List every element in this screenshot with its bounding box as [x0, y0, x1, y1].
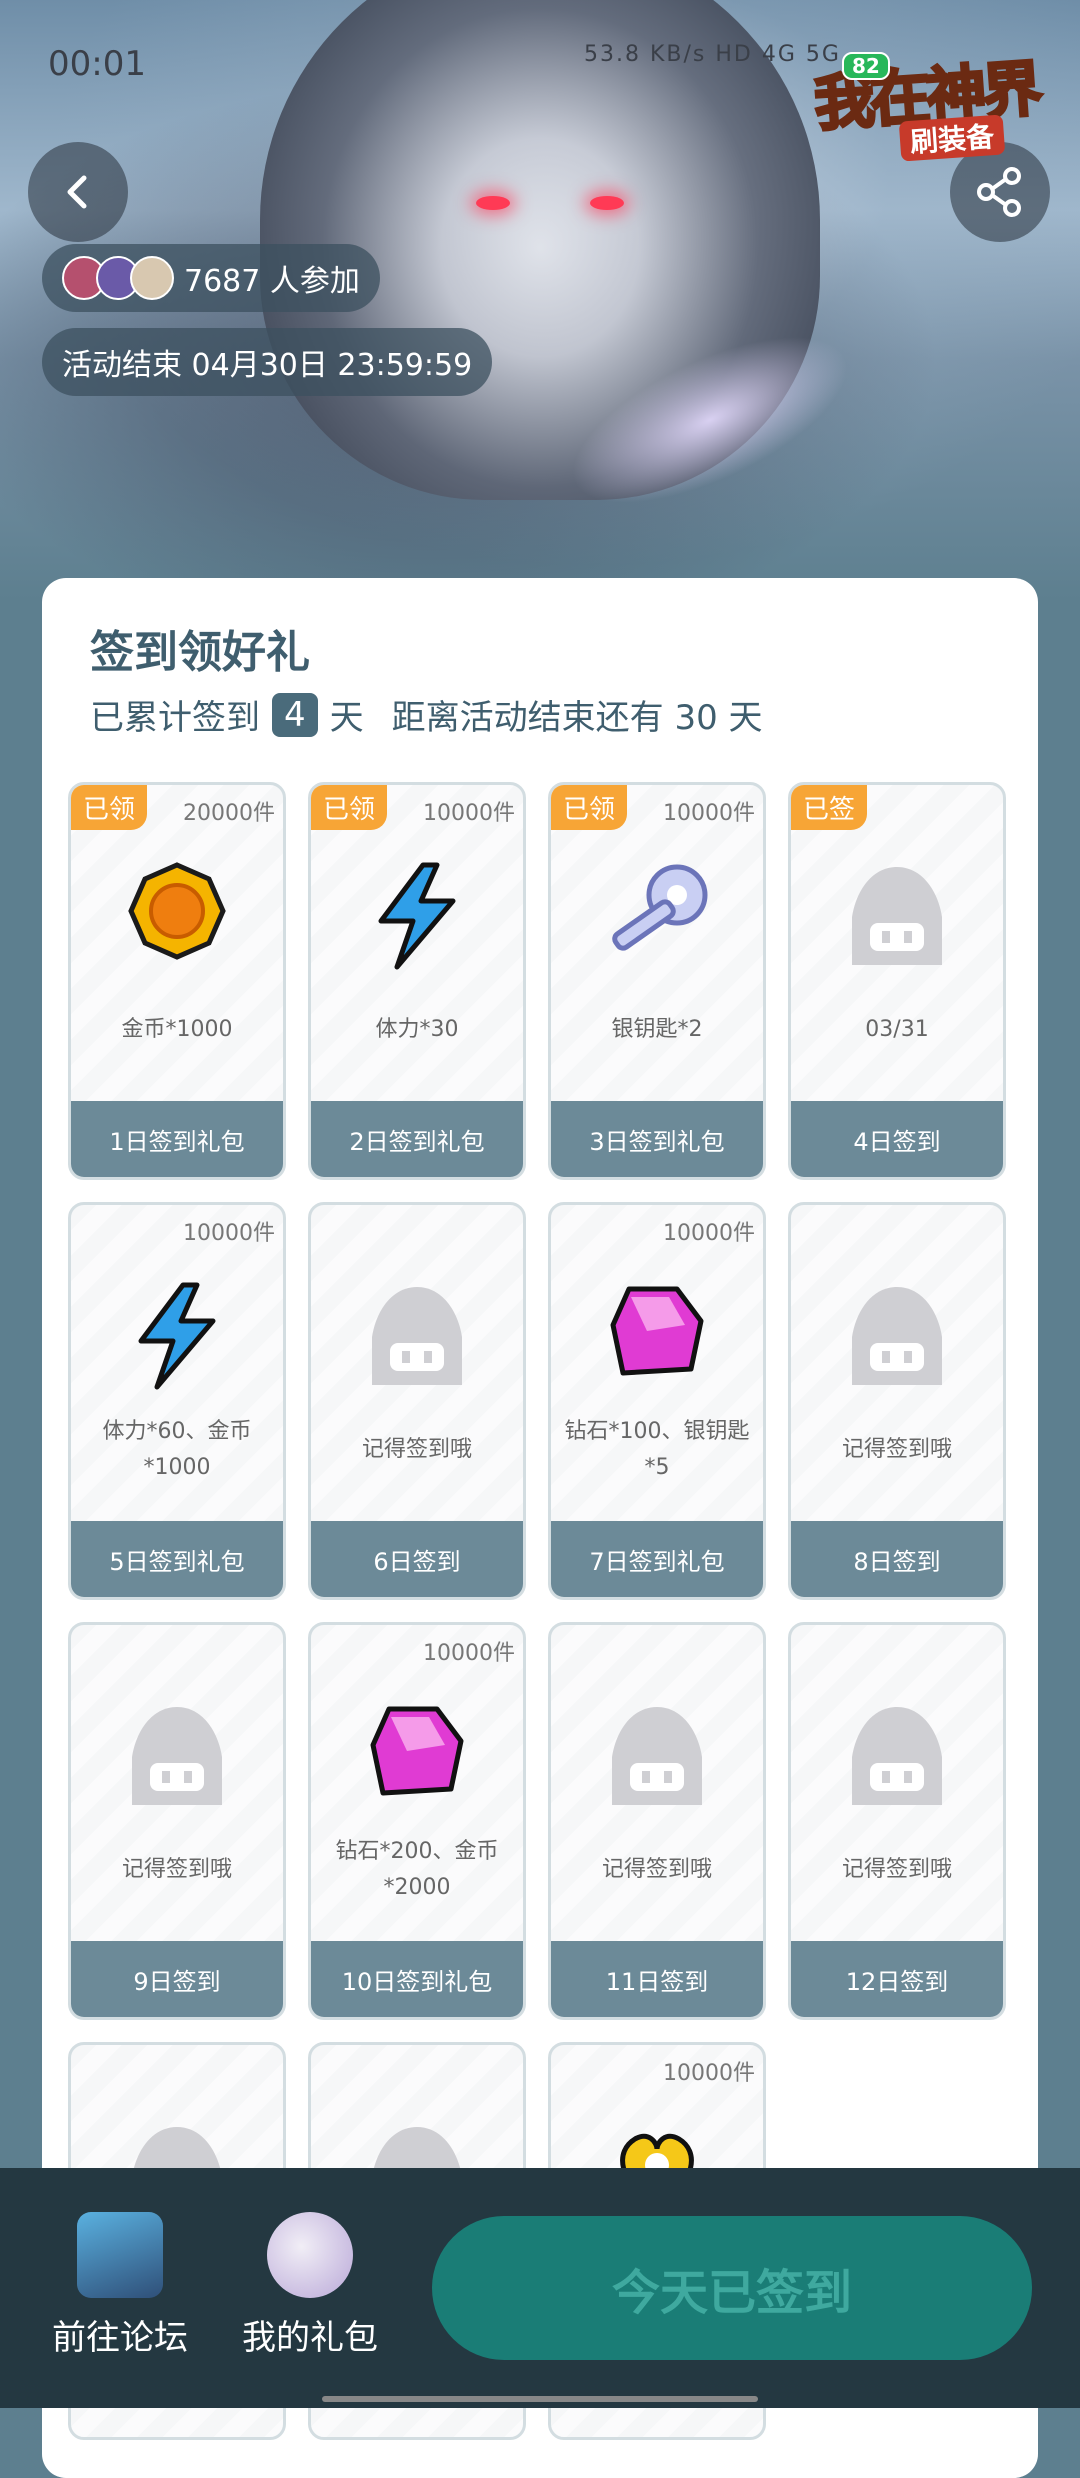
reward-tile[interactable]: 10000件钻石*200、金币*2000 10日签到礼包 — [308, 1622, 526, 2020]
claimed-tag: 已领 — [551, 785, 628, 830]
silver-key-icon — [551, 861, 763, 971]
forum-link[interactable]: 前往论坛 — [50, 2212, 190, 2359]
reward-description: 记得签到哦 — [841, 1857, 952, 1882]
reward-description: 银钥匙*2 — [611, 1017, 703, 1042]
coin-icon — [71, 861, 283, 971]
lightning-icon — [71, 1281, 283, 1391]
placeholder-icon — [71, 1701, 283, 1811]
reward-day-label: 6日签到 — [311, 1521, 523, 1597]
reward-tile[interactable]: 记得签到哦 11日签到 — [548, 1622, 766, 2020]
back-button[interactable] — [28, 142, 128, 242]
placeholder-icon — [311, 1281, 523, 1391]
stock-count: 10000件 — [423, 801, 515, 826]
reward-tile[interactable]: 记得签到哦 9日签到 — [68, 1622, 286, 2020]
reward-tile[interactable]: 已签 03/31 4日签到 — [788, 782, 1006, 1180]
placeholder-icon — [791, 1701, 1003, 1811]
placeholder-icon — [791, 1281, 1003, 1391]
stock-count: 10000件 — [663, 801, 755, 826]
participants-pill: 7687 人参加 — [42, 244, 380, 312]
reward-day-label: 3日签到礼包 — [551, 1101, 763, 1177]
gift-avatar-icon — [267, 2212, 353, 2298]
home-indicator — [322, 2396, 758, 2402]
gift-label: 我的礼包 — [242, 2318, 378, 2358]
character-eye — [590, 196, 624, 210]
reward-day-label: 12日签到 — [791, 1941, 1003, 2017]
logo-subtitle: 刷装备 — [898, 114, 1006, 162]
reward-tile[interactable]: 10000件钻石*100、银钥匙*5 7日签到礼包 — [548, 1202, 766, 1600]
signed-today-button[interactable]: 今天已签到 — [432, 2216, 1032, 2360]
forum-app-icon — [77, 2212, 163, 2298]
share-icon — [977, 167, 1021, 217]
status-time: 00:01 — [48, 44, 146, 84]
reward-description: 钻石*100、银钥匙*5 — [564, 1419, 750, 1480]
game-logo: 我在神界 82 刷装备 — [808, 22, 1060, 162]
reward-day-label: 10日签到礼包 — [311, 1941, 523, 2017]
reward-day-label: 4日签到 — [791, 1101, 1003, 1177]
reward-description: 记得签到哦 — [361, 1437, 472, 1462]
reward-tile[interactable]: 记得签到哦 8日签到 — [788, 1202, 1006, 1600]
reward-description: 记得签到哦 — [841, 1437, 952, 1462]
stock-count: 10000件 — [423, 1641, 515, 1666]
reward-tile[interactable]: 10000件体力*60、金币*1000 5日签到礼包 — [68, 1202, 286, 1600]
reward-tile[interactable]: 已领 10000件银钥匙*2 3日签到礼包 — [548, 782, 766, 1180]
reward-description: 钻石*200、金币*2000 — [335, 1839, 499, 1900]
placeholder-icon — [551, 1701, 763, 1811]
checkin-summary: 已累计签到 4 天 距离活动结束还有 30 天 — [90, 690, 763, 739]
reward-day-label: 8日签到 — [791, 1521, 1003, 1597]
activity-end-text: 活动结束 04月30日 23:59:59 — [62, 348, 473, 383]
reward-tile[interactable]: 已领 10000件体力*30 2日签到礼包 — [308, 782, 526, 1180]
reward-description: 记得签到哦 — [601, 1857, 712, 1882]
reward-description: 记得签到哦 — [121, 1857, 232, 1882]
summary-prefix: 已累计签到 — [90, 698, 260, 738]
forum-label: 前往论坛 — [52, 2318, 188, 2358]
claimed-tag: 已签 — [791, 785, 868, 830]
participants-count: 7687 人参加 — [184, 264, 360, 299]
reward-tile[interactable]: 记得签到哦 12日签到 — [788, 1622, 1006, 2020]
summary-unit: 天 — [329, 698, 364, 738]
reward-day-label: 7日签到礼包 — [551, 1521, 763, 1597]
stock-count: 20000件 — [183, 801, 275, 826]
reward-day-label: 2日签到礼包 — [311, 1101, 523, 1177]
reward-tile[interactable]: 已领 20000件金币*1000 1日签到礼包 — [68, 782, 286, 1180]
status-icons: 53.8 KB/s HD 4G 5G — [584, 42, 841, 67]
reward-day-label: 11日签到 — [551, 1941, 763, 2017]
logo-badge: 82 — [842, 52, 890, 80]
reward-description: 体力*60、金币*1000 — [102, 1419, 252, 1480]
reward-day-label: 9日签到 — [71, 1941, 283, 2017]
gem-icon — [311, 1701, 523, 1811]
activity-end-pill: 活动结束 04月30日 23:59:59 — [42, 328, 493, 396]
back-arrow-icon — [67, 175, 87, 209]
summary-remaining: 距离活动结束还有 30 天 — [391, 698, 763, 738]
placeholder-icon — [791, 861, 1003, 971]
reward-day-label: 5日签到礼包 — [71, 1521, 283, 1597]
reward-description: 金币*1000 — [121, 1017, 233, 1042]
reward-description: 体力*30 — [375, 1017, 459, 1042]
avatar — [130, 256, 174, 300]
days-count: 4 — [272, 692, 318, 737]
participant-avatars — [62, 256, 174, 300]
reward-tile[interactable]: 记得签到哦 6日签到 — [308, 1202, 526, 1600]
stock-count: 10000件 — [183, 1221, 275, 1246]
reward-description: 03/31 — [865, 1017, 929, 1042]
page-title: 签到领好礼 — [90, 627, 310, 678]
my-gifts-link[interactable]: 我的礼包 — [240, 2212, 380, 2359]
claimed-tag: 已领 — [311, 785, 388, 830]
stock-count: 10000件 — [663, 1221, 755, 1246]
stock-count: 10000件 — [663, 2061, 755, 2086]
claimed-tag: 已领 — [71, 785, 148, 830]
reward-day-label: 1日签到礼包 — [71, 1101, 283, 1177]
lightning-icon — [311, 861, 523, 971]
character-eye — [476, 196, 510, 210]
bottom-bar: 前往论坛 我的礼包 今天已签到 — [0, 2168, 1080, 2408]
gem-icon — [551, 1281, 763, 1391]
